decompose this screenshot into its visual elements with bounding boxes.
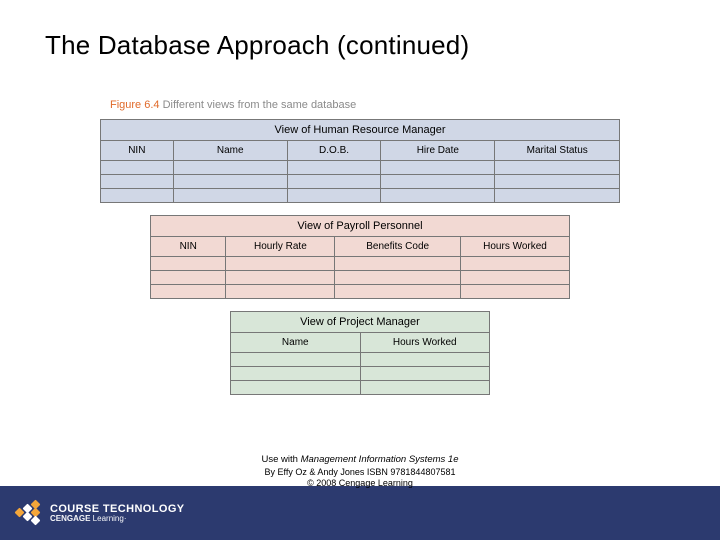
footer-bar: Use with Management Information Systems …: [0, 486, 720, 540]
brand-text: COURSE TECHNOLOGY CENGAGE Learning·: [50, 503, 185, 524]
slide-title: The Database Approach (continued): [0, 0, 720, 71]
table-row: [101, 161, 620, 175]
hr-col-nin: NIN: [101, 141, 174, 161]
hr-view-table: View of Human Resource Manager NIN Name …: [100, 119, 620, 203]
footer-usewith-prefix: Use with: [262, 454, 301, 465]
tables-container: View of Human Resource Manager NIN Name …: [0, 119, 720, 395]
payroll-col-benefits: Benefits Code: [335, 237, 461, 257]
pm-view-table: View of Project Manager Name Hours Worke…: [230, 311, 490, 395]
table-row: [101, 189, 620, 203]
brand: COURSE TECHNOLOGY CENGAGE Learning·: [14, 499, 185, 527]
footer-copyright: © 2008 Cengage Learning: [0, 478, 720, 488]
payroll-table-title: View of Payroll Personnel: [151, 216, 570, 237]
payroll-view-table: View of Payroll Personnel NIN Hourly Rat…: [150, 215, 570, 299]
pm-col-hours: Hours Worked: [360, 333, 490, 353]
pm-table-title: View of Project Manager: [231, 312, 490, 333]
payroll-col-nin: NIN: [151, 237, 226, 257]
hr-table-title: View of Human Resource Manager: [101, 120, 620, 141]
table-row: [151, 271, 570, 285]
payroll-col-hours: Hours Worked: [461, 237, 570, 257]
table-row: [101, 175, 620, 189]
brand-logo-icon: [14, 499, 42, 527]
table-row: [151, 285, 570, 299]
table-row: [231, 367, 490, 381]
footer-byline: By Effy Oz & Andy Jones ISBN 97818448075…: [0, 467, 720, 477]
brand-line2b: Learning·: [90, 514, 126, 523]
footer-book-title: Management Information Systems 1e: [301, 454, 459, 465]
table-row: [231, 381, 490, 395]
pm-col-name: Name: [231, 333, 361, 353]
hr-col-hiredate: Hire Date: [381, 141, 495, 161]
footer-usewith: Use with Management Information Systems …: [0, 454, 720, 465]
hr-col-dob: D.O.B.: [287, 141, 380, 161]
brand-line2: CENGAGE Learning·: [50, 515, 185, 524]
payroll-col-rate: Hourly Rate: [226, 237, 335, 257]
hr-col-name: Name: [173, 141, 287, 161]
figure-label: Figure 6.4: [110, 99, 160, 111]
table-row: [231, 353, 490, 367]
figure-caption-text: Different views from the same database: [163, 99, 357, 111]
hr-col-marital: Marital Status: [495, 141, 620, 161]
table-row: [151, 257, 570, 271]
figure-caption: Figure 6.4 Different views from the same…: [110, 99, 720, 111]
brand-line2a: CENGAGE: [50, 514, 90, 523]
